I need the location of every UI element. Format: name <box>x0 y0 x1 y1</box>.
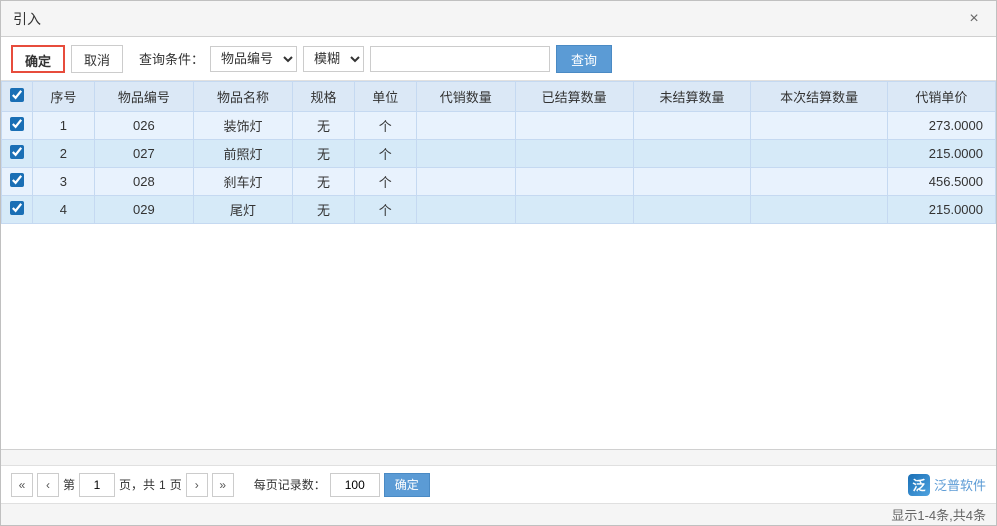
row-name: 尾灯 <box>193 196 292 224</box>
next-page-button[interactable]: › <box>186 473 208 497</box>
horizontal-scrollbar[interactable] <box>1 449 996 465</box>
data-table-container: 序号 物品编号 物品名称 规格 单位 代销数量 已结算数量 未结算数量 本次结算… <box>1 81 996 449</box>
row-checkbox-cell <box>2 112 33 140</box>
row-spec: 无 <box>293 196 355 224</box>
page-prefix: 第 <box>63 476 75 493</box>
row-name: 刹车灯 <box>193 168 292 196</box>
dialog-title: 引入 <box>13 9 41 29</box>
brand-icon-text: 泛 <box>912 475 925 494</box>
row-checkbox[interactable] <box>10 173 24 187</box>
per-page-label: 每页记录数： <box>254 476 326 493</box>
row-unit-price: 273.0000 <box>887 112 995 140</box>
brand-icon: 泛 <box>908 474 930 496</box>
last-page-button[interactable]: » <box>212 473 234 497</box>
query-condition-label: 查询条件： <box>139 49 204 68</box>
table-header-row: 序号 物品编号 物品名称 规格 单位 代销数量 已结算数量 未结算数量 本次结算… <box>2 82 996 112</box>
row-unit: 个 <box>354 112 416 140</box>
row-seq: 3 <box>33 168 95 196</box>
row-seq: 2 <box>33 140 95 168</box>
row-unit-price: 456.5000 <box>887 168 995 196</box>
row-spec: 无 <box>293 112 355 140</box>
row-checkbox[interactable] <box>10 201 24 215</box>
row-current-qty <box>751 196 887 224</box>
import-dialog: 引入 × 确定 取消 查询条件： 物品编号 物品名称 规格 模糊 精确 查询 <box>0 0 997 526</box>
row-settled-qty <box>515 168 633 196</box>
row-unsettled-qty <box>633 196 751 224</box>
title-bar: 引入 × <box>1 1 996 37</box>
row-settled-qty <box>515 112 633 140</box>
header-name: 物品名称 <box>193 82 292 112</box>
table-row: 1026装饰灯无个 273.0000 <box>2 112 996 140</box>
row-unit: 个 <box>354 196 416 224</box>
brand-name: 泛普软件 <box>934 475 986 494</box>
cancel-button[interactable]: 取消 <box>71 45 123 73</box>
status-bar: 显示1-4条,共4条 <box>1 503 996 525</box>
row-unit-price: 215.0000 <box>887 196 995 224</box>
row-unsettled-qty <box>633 140 751 168</box>
total-pages: 1 <box>159 478 166 492</box>
row-consign-qty <box>416 140 515 168</box>
query-input[interactable] <box>370 46 550 72</box>
table-row: 4029尾灯无个 215.0000 <box>2 196 996 224</box>
row-seq: 1 <box>33 112 95 140</box>
row-name: 前照灯 <box>193 140 292 168</box>
status-text: 显示1-4条,共4条 <box>891 505 986 524</box>
row-code: 028 <box>94 168 193 196</box>
table-row: 3028刹车灯无个 456.5000 <box>2 168 996 196</box>
header-seq: 序号 <box>33 82 95 112</box>
row-spec: 无 <box>293 140 355 168</box>
header-unsettled-qty: 未结算数量 <box>633 82 751 112</box>
brand-logo: 泛 泛普软件 <box>908 474 986 496</box>
row-current-qty <box>751 168 887 196</box>
query-field-select[interactable]: 物品编号 物品名称 规格 <box>210 46 297 72</box>
row-checkbox-cell <box>2 140 33 168</box>
row-unsettled-qty <box>633 112 751 140</box>
first-page-button[interactable]: « <box>11 473 33 497</box>
header-consign-qty: 代销数量 <box>416 82 515 112</box>
pagination-bar: « ‹ 第 页，共 1 页 › » 每页记录数： 确定 泛 泛普软件 <box>1 465 996 503</box>
row-settled-qty <box>515 140 633 168</box>
per-page-input[interactable] <box>330 473 380 497</box>
close-button[interactable]: × <box>964 9 984 29</box>
header-settled-qty: 已结算数量 <box>515 82 633 112</box>
table-row: 2027前照灯无个 215.0000 <box>2 140 996 168</box>
row-consign-qty <box>416 112 515 140</box>
header-spec: 规格 <box>293 82 355 112</box>
page-suffix: 页 <box>170 476 182 493</box>
row-name: 装饰灯 <box>193 112 292 140</box>
select-all-checkbox[interactable] <box>10 88 24 102</box>
toolbar: 确定 取消 查询条件： 物品编号 物品名称 规格 模糊 精确 查询 <box>1 37 996 81</box>
row-spec: 无 <box>293 168 355 196</box>
row-checkbox-cell <box>2 196 33 224</box>
prev-page-button[interactable]: ‹ <box>37 473 59 497</box>
header-checkbox-cell <box>2 82 33 112</box>
row-consign-qty <box>416 196 515 224</box>
confirm-button[interactable]: 确定 <box>11 45 65 73</box>
header-current-qty: 本次结算数量 <box>751 82 887 112</box>
row-unit: 个 <box>354 140 416 168</box>
row-unsettled-qty <box>633 168 751 196</box>
row-checkbox[interactable] <box>10 145 24 159</box>
row-unit: 个 <box>354 168 416 196</box>
query-mode-select[interactable]: 模糊 精确 <box>303 46 364 72</box>
per-page-confirm-button[interactable]: 确定 <box>384 473 430 497</box>
row-settled-qty <box>515 196 633 224</box>
row-consign-qty <box>416 168 515 196</box>
current-page-input[interactable] <box>79 473 115 497</box>
row-checkbox[interactable] <box>10 117 24 131</box>
row-current-qty <box>751 140 887 168</box>
row-seq: 4 <box>33 196 95 224</box>
row-unit-price: 215.0000 <box>887 140 995 168</box>
row-code: 029 <box>94 196 193 224</box>
row-code: 027 <box>94 140 193 168</box>
row-code: 026 <box>94 112 193 140</box>
row-current-qty <box>751 112 887 140</box>
data-table: 序号 物品编号 物品名称 规格 单位 代销数量 已结算数量 未结算数量 本次结算… <box>1 81 996 224</box>
query-button[interactable]: 查询 <box>556 45 612 73</box>
row-checkbox-cell <box>2 168 33 196</box>
header-unit: 单位 <box>354 82 416 112</box>
page-middle: 页，共 <box>119 476 155 493</box>
header-code: 物品编号 <box>94 82 193 112</box>
header-unit-price: 代销单价 <box>887 82 995 112</box>
